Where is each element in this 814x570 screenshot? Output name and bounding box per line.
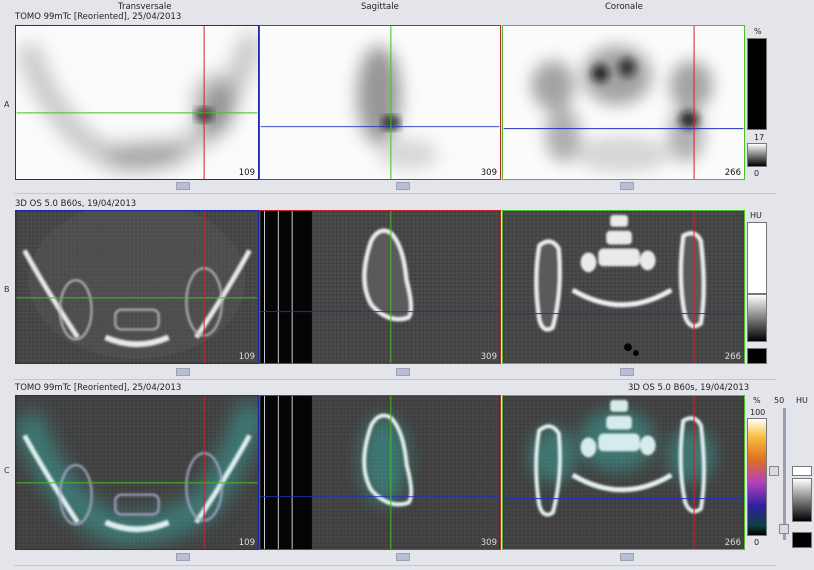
fusion-blend-track[interactable] [783, 408, 786, 540]
row-c-label: C [4, 466, 10, 475]
row-a-title: TOMO 99mTc [Reoriented], 25/04/2013 [15, 12, 182, 22]
row-c-scale-bottom: 0 [754, 538, 760, 547]
row-c-color-scale [747, 418, 767, 536]
row-c-ct-scale-top [792, 466, 812, 476]
slice-number: 266 [724, 168, 741, 178]
fusion-blend-handle[interactable] [779, 524, 789, 534]
row-b-window-slider[interactable] [747, 294, 767, 342]
row-c-ct-scale-bottom [792, 532, 812, 548]
column-header-transverse: Transversale [118, 2, 172, 12]
viewport-c-coronal[interactable]: 266 [502, 395, 745, 550]
fusion-coronal-image [503, 396, 744, 549]
ct-sagittal-image [260, 211, 500, 363]
slice-number: 109 [238, 352, 255, 362]
slice-number: 309 [480, 168, 497, 178]
row-c-ct-window-slider[interactable] [792, 478, 812, 522]
row-divider [14, 565, 776, 566]
ct-transverse-image [16, 211, 258, 363]
slice-number: 309 [480, 352, 497, 362]
row-c-scale-top: 100 [750, 408, 766, 417]
ct-coronal-image [503, 211, 744, 363]
slice-slider-a-sagittal[interactable] [396, 182, 410, 190]
viewport-a-coronal[interactable]: 266 [502, 25, 745, 180]
slice-number: 109 [238, 538, 255, 548]
spect-transverse-image [16, 26, 258, 179]
row-c-title-left: TOMO 99mTc [Reoriented], 25/04/2013 [15, 383, 182, 393]
row-c-title-right: 3D OS 5.0 B60s, 19/04/2013 [628, 383, 750, 393]
row-a-scale-top: 17 [754, 133, 765, 142]
viewport-b-coronal[interactable]: 266 [502, 210, 745, 364]
row-divider [14, 193, 776, 194]
spect-coronal-image [503, 26, 744, 179]
viewport-a-transverse[interactable]: 109 [15, 25, 259, 180]
row-a-window-slider[interactable] [747, 143, 767, 167]
row-b-scale-top-block [747, 222, 767, 294]
row-b-scale-bottom-block [747, 348, 767, 364]
row-c-scale-unit: % [753, 396, 761, 405]
row-a-color-scale [747, 38, 767, 130]
row-a-scale-bottom: 0 [754, 169, 760, 178]
column-header-sagittal: Sagittale [361, 2, 399, 12]
viewport-a-sagittal[interactable]: 309 [259, 25, 501, 180]
slice-number: 266 [724, 538, 741, 548]
row-c-ct-unit: HU [796, 396, 808, 405]
slice-slider-c-sagittal[interactable] [396, 553, 410, 561]
row-b-label: B [4, 285, 10, 294]
row-a-scale-unit: % [754, 27, 762, 36]
viewport-b-sagittal[interactable]: 309 [259, 210, 501, 364]
column-header-coronal: Coronale [605, 2, 643, 12]
slice-slider-b-transverse[interactable] [176, 368, 190, 376]
spect-sagittal-image [260, 26, 500, 179]
slice-slider-c-transverse[interactable] [176, 553, 190, 561]
row-divider [14, 379, 776, 380]
row-a-label: A [4, 100, 10, 109]
fusion-sagittal-image [260, 396, 500, 549]
slice-slider-b-sagittal[interactable] [396, 368, 410, 376]
row-b-scale-unit: HU [750, 211, 762, 220]
slice-slider-a-transverse[interactable] [176, 182, 190, 190]
slice-slider-b-coronal[interactable] [620, 368, 634, 376]
viewport-c-sagittal[interactable]: 309 [259, 395, 501, 550]
slice-number: 309 [480, 538, 497, 548]
fusion-transverse-image [16, 396, 258, 549]
row-c-scale-handle[interactable] [769, 466, 779, 476]
slice-number: 266 [724, 352, 741, 362]
slice-number: 109 [238, 168, 255, 178]
fusion-blend-value: 50 [774, 396, 785, 405]
slice-slider-a-coronal[interactable] [620, 182, 634, 190]
slice-slider-c-coronal[interactable] [620, 553, 634, 561]
row-b-title: 3D OS 5.0 B60s, 19/04/2013 [15, 199, 137, 209]
viewport-b-transverse[interactable]: 109 [15, 210, 259, 364]
viewport-c-transverse[interactable]: 109 [15, 395, 259, 550]
